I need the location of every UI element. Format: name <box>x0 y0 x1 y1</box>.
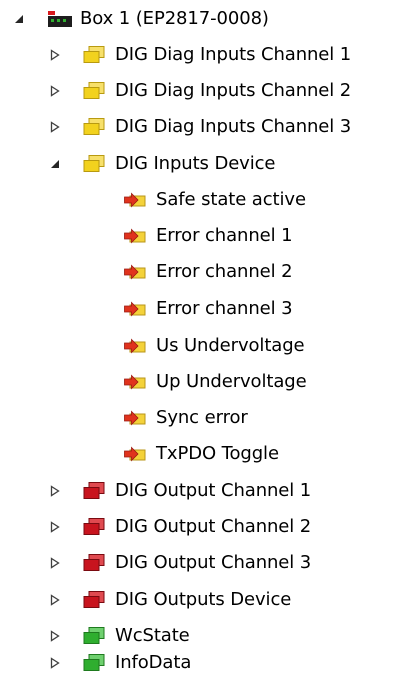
tree-node-label: DIG Outputs Device <box>115 589 292 610</box>
expand-arrow-icon[interactable] <box>48 593 62 607</box>
tree-node-box1[interactable]: Box 1 (EP2817-0008) <box>0 1 407 37</box>
tree-node-label: Box 1 (EP2817-0008) <box>80 8 269 29</box>
output-folder-icon <box>82 517 106 537</box>
tree-node-label: DIG Output Channel 3 <box>115 552 312 573</box>
tree-node-diag-inputs-ch1[interactable]: DIG Diag Inputs Channel 1 <box>0 37 407 73</box>
tree-node-label: WcState <box>115 625 190 646</box>
tree-node-output-ch1[interactable]: DIG Output Channel 1 <box>0 473 407 509</box>
tree-node-output-ch3[interactable]: DIG Output Channel 3 <box>0 545 407 581</box>
tree-node-txpdo-toggle[interactable]: TxPDO Toggle <box>0 436 407 472</box>
tree-node-us-undervoltage[interactable]: Us Undervoltage <box>0 328 407 364</box>
tree-node-sync-error[interactable]: Sync error <box>0 400 407 436</box>
tree-node-error-channel-1[interactable]: Error channel 1 <box>0 218 407 254</box>
input-variable-icon <box>123 262 147 282</box>
input-variable-icon <box>123 299 147 319</box>
tree-node-inputs-device[interactable]: DIG Inputs Device <box>0 146 407 182</box>
tree-node-safe-state-active[interactable]: Safe state active <box>0 182 407 218</box>
tree-node-label: DIG Diag Inputs Channel 1 <box>115 44 352 65</box>
tree-node-label: Error channel 1 <box>156 225 293 246</box>
expand-arrow-icon[interactable] <box>48 484 62 498</box>
tree-node-label: DIG Inputs Device <box>115 153 276 174</box>
tree-node-label: Safe state active <box>156 189 306 210</box>
expand-arrow-icon[interactable] <box>48 48 62 62</box>
tree-node-label: DIG Output Channel 1 <box>115 480 312 501</box>
tree-node-diag-inputs-ch3[interactable]: DIG Diag Inputs Channel 3 <box>0 109 407 145</box>
input-variable-icon <box>123 444 147 464</box>
tree-node-label: Error channel 2 <box>156 261 293 282</box>
tree-node-label: InfoData <box>115 652 192 673</box>
expand-arrow-icon[interactable] <box>48 120 62 134</box>
input-folder-icon <box>82 117 106 137</box>
collapse-arrow-icon[interactable] <box>12 12 26 26</box>
tree-node-up-undervoltage[interactable]: Up Undervoltage <box>0 364 407 400</box>
input-folder-icon <box>82 81 106 101</box>
input-variable-icon <box>123 336 147 356</box>
status-folder-icon <box>82 653 106 673</box>
tree-node-label: DIG Diag Inputs Channel 2 <box>115 80 352 101</box>
tree-node-output-ch2[interactable]: DIG Output Channel 2 <box>0 509 407 545</box>
input-folder-icon <box>82 154 106 174</box>
input-variable-icon <box>123 372 147 392</box>
output-folder-icon <box>82 553 106 573</box>
tree-node-label: TxPDO Toggle <box>156 443 279 464</box>
tree-node-label: DIG Diag Inputs Channel 3 <box>115 116 352 137</box>
tree-node-label: DIG Output Channel 2 <box>115 516 312 537</box>
expand-arrow-icon[interactable] <box>48 656 62 670</box>
status-folder-icon <box>82 626 106 646</box>
input-variable-icon <box>123 226 147 246</box>
tree-node-label: Sync error <box>156 407 248 428</box>
expand-arrow-icon[interactable] <box>48 520 62 534</box>
output-folder-icon <box>82 481 106 501</box>
tree-node-label: Up Undervoltage <box>156 371 307 392</box>
ethercat-box-icon <box>46 9 74 29</box>
expand-arrow-icon[interactable] <box>48 556 62 570</box>
tree-node-diag-inputs-ch2[interactable]: DIG Diag Inputs Channel 2 <box>0 73 407 109</box>
input-folder-icon <box>82 45 106 65</box>
collapse-arrow-icon[interactable] <box>48 157 62 171</box>
tree-node-error-channel-2[interactable]: Error channel 2 <box>0 254 407 290</box>
tree-node-infodata[interactable]: InfoData <box>0 645 407 681</box>
tree-node-label: Us Undervoltage <box>156 335 305 356</box>
io-tree-view: Box 1 (EP2817-0008) DIG Diag Inputs Chan… <box>0 0 407 681</box>
tree-node-outputs-device[interactable]: DIG Outputs Device <box>0 582 407 618</box>
output-folder-icon <box>82 590 106 610</box>
expand-arrow-icon[interactable] <box>48 629 62 643</box>
input-variable-icon <box>123 190 147 210</box>
input-variable-icon <box>123 408 147 428</box>
expand-arrow-icon[interactable] <box>48 84 62 98</box>
tree-node-error-channel-3[interactable]: Error channel 3 <box>0 291 407 327</box>
tree-node-label: Error channel 3 <box>156 298 293 319</box>
